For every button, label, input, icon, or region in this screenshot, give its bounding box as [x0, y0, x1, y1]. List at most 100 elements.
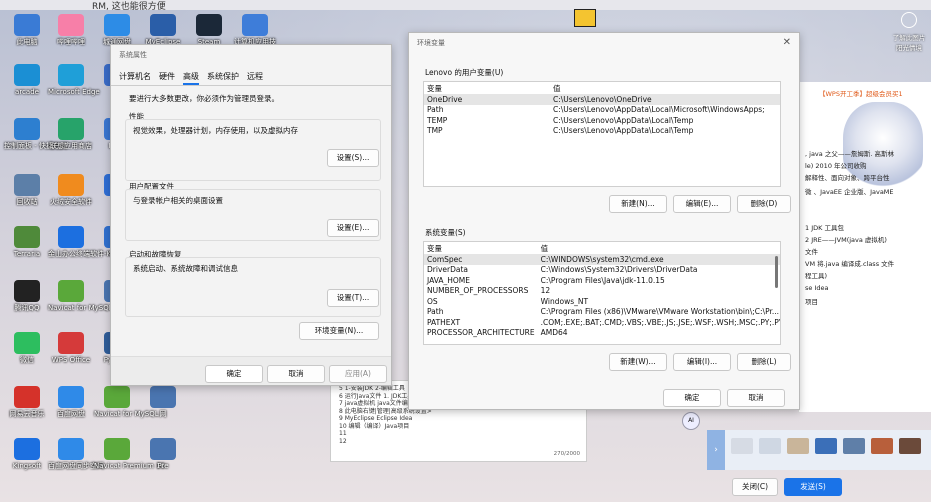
- top-banner: RM, 这也能很方便: [0, 0, 931, 12]
- var-name-cell: JAVA_HOME: [427, 275, 471, 285]
- table-row[interactable]: PROCESSOR_ARCHITECTURE AMD64: [424, 328, 780, 339]
- desktop-icon[interactable]: 网: [140, 386, 186, 430]
- var-value-cell: C:\Windows\System32\Drivers\DriverData: [540, 265, 698, 275]
- desktop-icon[interactable]: 腾讯QQ: [4, 280, 50, 324]
- right-panel-line: 解释性、面向对象、跨平台性: [805, 174, 890, 182]
- user-col-val[interactable]: 值: [550, 82, 780, 94]
- folder-icon[interactable]: [574, 9, 596, 27]
- desktop-icon[interactable]: 哔哩哔哩: [48, 14, 94, 58]
- var-value-cell: 12: [540, 286, 551, 296]
- sys-edit-button[interactable]: 编辑(I)...: [673, 353, 731, 371]
- desktop-icon[interactable]: Pre: [140, 438, 186, 482]
- top-right-widget[interactable]: 了解此图片 阳光情境: [888, 8, 930, 52]
- thumbnail[interactable]: [843, 438, 865, 454]
- app-icon: [58, 226, 84, 248]
- thumbnail[interactable]: [759, 438, 781, 454]
- desktop-icon-label: Navicat Premium 16: [94, 462, 166, 470]
- desktop-icon[interactable]: Terraria: [4, 226, 50, 270]
- editor-line: 12: [339, 437, 347, 445]
- sys-col-val[interactable]: 值: [538, 242, 780, 254]
- table-row[interactable]: PATHEXT .COM;.EXE;.BAT;.CMD;.VBS;.VBE;.JS…: [424, 317, 780, 328]
- perf-desc: 视觉效果，处理器计划，内存使用，以及虚拟内存: [133, 126, 298, 135]
- user-new-button[interactable]: 新建(N)...: [609, 195, 667, 213]
- thumbnail[interactable]: [815, 438, 837, 454]
- right-panel-line: se Idea: [805, 284, 829, 292]
- thumbnail[interactable]: [871, 438, 893, 454]
- sysprops-ok-button[interactable]: 确定: [205, 365, 263, 383]
- var-name-cell: PATHEXT: [427, 317, 461, 327]
- desktop-icon[interactable]: 微信: [4, 332, 50, 376]
- sysprops-tab[interactable]: 高级: [183, 69, 199, 85]
- desktop-icon-label: 金山办公终端软件-KOS: [48, 250, 121, 258]
- table-row[interactable]: Path C:\Program Files (x86)\VMware\VMware…: [424, 307, 780, 318]
- desktop-icon[interactable]: 回收站: [4, 174, 50, 218]
- startup-settings-button[interactable]: 设置(T)...: [327, 289, 379, 307]
- user-col-var[interactable]: 变量: [424, 82, 550, 94]
- thumbnail[interactable]: [787, 438, 809, 454]
- desktop-icon[interactable]: Navicat for MySQL: [94, 386, 159, 430]
- env-vars-button[interactable]: 环境变量(N)...: [299, 322, 379, 340]
- desktop-icon[interactable]: arcade: [4, 64, 50, 108]
- table-row[interactable]: OneDrive C:\Users\Lenovo\OneDrive: [424, 94, 780, 105]
- table-row[interactable]: TMP C:\Users\Lenovo\AppData\Local\Temp: [424, 126, 780, 137]
- table-row[interactable]: JAVA_HOME C:\Program Files\Java\jdk-11.0.…: [424, 275, 780, 286]
- table-row[interactable]: DriverData C:\Windows\System32\Drivers\Dr…: [424, 265, 780, 276]
- desktop-icon[interactable]: 金山办公终端软件-KOS: [48, 226, 121, 270]
- table-row[interactable]: TEMP C:\Users\Lenovo\AppData\Local\Temp: [424, 115, 780, 126]
- perf-settings-button[interactable]: 设置(S)...: [327, 149, 379, 167]
- right-panel-line: 项目: [805, 298, 818, 306]
- var-name-cell: DriverData: [427, 265, 468, 275]
- sysprops-tab[interactable]: 计算机名: [119, 69, 151, 85]
- desktop-icon[interactable]: Kingsoft: [4, 438, 50, 482]
- sysprops-tab[interactable]: 系统保护: [207, 69, 239, 85]
- desktop-icon[interactable]: 联想应用商店: [48, 118, 94, 162]
- table-row[interactable]: NUMBER_OF_PROCESSORS 12: [424, 286, 780, 297]
- desktop-icon[interactable]: 此电脑: [4, 14, 50, 58]
- desktop-icon[interactable]: Navicat Premium 16: [94, 438, 166, 482]
- thumbnail[interactable]: [899, 438, 921, 454]
- footer-send-button[interactable]: 发送(S): [784, 478, 842, 496]
- table-row[interactable]: OS Windows_NT: [424, 296, 780, 307]
- desktop-icon[interactable]: 网易云音乐: [4, 386, 50, 430]
- sysprops-apply-button[interactable]: 应用(A): [329, 365, 387, 383]
- sys-new-button[interactable]: 新建(W)...: [609, 353, 667, 371]
- footer-close-button[interactable]: 关闭(C): [732, 478, 778, 496]
- sys-vars-list: 变量 值 ComSpec C:\WINDOWS\system32\cmd.exe D…: [423, 241, 781, 345]
- envvars-cancel-button[interactable]: 取消: [727, 389, 785, 407]
- app-icon: [58, 438, 84, 460]
- table-row[interactable]: ComSpec C:\WINDOWS\system32\cmd.exe: [424, 254, 780, 265]
- sys-vars-title: 系统变量(S): [425, 228, 466, 237]
- strip-next-icon[interactable]: ›: [707, 430, 725, 470]
- sysprops-tab[interactable]: 硬件: [159, 69, 175, 85]
- desktop-icon-label: 百度网盘同步空间: [48, 462, 104, 470]
- desktop-icon[interactable]: Navicat for MySQL -...: [48, 280, 124, 324]
- desktop-icon[interactable]: 火绒安全软件: [48, 174, 94, 218]
- profile-settings-button[interactable]: 设置(E)...: [327, 219, 379, 237]
- var-name-cell: OS: [427, 296, 438, 306]
- sys-vars-scrollbar[interactable]: [775, 256, 778, 288]
- desktop-icon-label: 控制面板 - 快捷方式: [4, 142, 67, 150]
- desktop-icon-label: 网易云音乐: [9, 410, 45, 418]
- thumbnail[interactable]: [731, 438, 753, 454]
- desktop-icon[interactable]: 百度网盘同步空间: [48, 438, 104, 482]
- ai-button[interactable]: AI: [682, 412, 700, 430]
- sys-col-var[interactable]: 变量: [424, 242, 538, 254]
- envvars-ok-button[interactable]: 确定: [663, 389, 721, 407]
- table-row[interactable]: Path C:\Users\Lenovo\AppData\Local\Micros…: [424, 105, 780, 116]
- desktop-icon[interactable]: WPS Office: [48, 332, 94, 376]
- desktop-icon[interactable]: 控制面板 - 快捷方式: [4, 118, 67, 162]
- desktop-icon[interactable]: 百度网盘: [48, 386, 94, 430]
- var-value-cell: C:\Program Files\Java\jdk-11.0.15: [540, 275, 665, 285]
- user-delete-button[interactable]: 删除(D): [737, 195, 791, 213]
- app-icon: [14, 280, 40, 302]
- sysprops-cancel-button[interactable]: 取消: [267, 365, 325, 383]
- user-edit-button[interactable]: 编辑(E)...: [673, 195, 731, 213]
- desktop-icon-label: 百度网盘: [57, 410, 85, 418]
- close-icon[interactable]: ✕: [783, 37, 791, 48]
- desktop-icon[interactable]: Microsoft Edge: [48, 64, 100, 108]
- sysprops-tab[interactable]: 远程: [247, 69, 263, 85]
- sys-delete-button[interactable]: 删除(L): [737, 353, 791, 371]
- app-icon: [58, 280, 84, 302]
- desktop-icon-label: 火绒安全软件: [50, 198, 92, 206]
- app-icon: [58, 64, 84, 86]
